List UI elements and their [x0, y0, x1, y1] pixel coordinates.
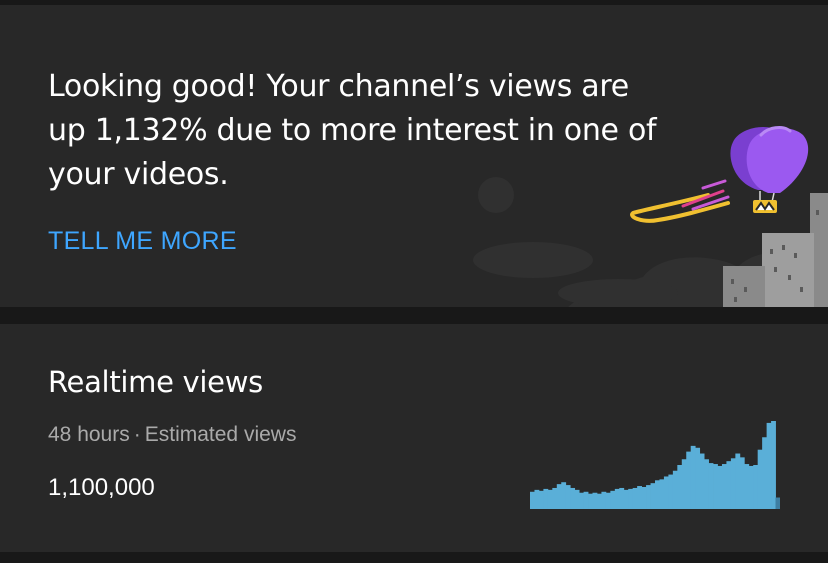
- chart-bar: [690, 445, 696, 509]
- chart-bar: [534, 489, 540, 509]
- period-label: 48 hours: [48, 423, 130, 446]
- chart-bar: [579, 492, 584, 509]
- metric-label: Estimated views: [144, 423, 297, 446]
- chart-bar: [623, 489, 629, 509]
- chart-bar: [744, 464, 750, 509]
- chart-bar: [628, 488, 634, 509]
- chart-bar: [735, 453, 741, 509]
- chart-bar: [641, 487, 647, 509]
- chart-bar: [583, 491, 589, 509]
- motion-streaks: [630, 179, 730, 223]
- chart-bar: [601, 491, 607, 509]
- chart-bar: [717, 465, 723, 509]
- chart-bar: [659, 479, 665, 509]
- chart-bar: [610, 490, 616, 509]
- chart-bar: [637, 486, 642, 509]
- chart-bar: [739, 457, 745, 509]
- chart-bar: [748, 465, 754, 509]
- chart-bar: [704, 459, 709, 509]
- chart-bar: [547, 489, 553, 509]
- chart-bar: [552, 487, 558, 509]
- realtime-subtitle: 48 hours · Estimated views: [48, 423, 296, 447]
- chart-bar: [588, 493, 593, 509]
- chart-bar: [695, 447, 701, 509]
- chart-bar: [596, 493, 602, 509]
- chart-bar: [646, 485, 651, 509]
- insight-card: Looking good! Your channel’s views are u…: [0, 5, 828, 307]
- chart-bar: [561, 482, 567, 509]
- chart-bar: [721, 464, 727, 509]
- chart-bar: [614, 488, 620, 509]
- chart-bar: [574, 489, 580, 509]
- chart-bar: [538, 490, 544, 509]
- balloon: [730, 126, 809, 213]
- chart-bar: [619, 487, 625, 509]
- chart-bar: [565, 485, 571, 509]
- chart-bar: [681, 459, 687, 509]
- chart-bar: [655, 480, 660, 509]
- chart-bar: [668, 474, 674, 509]
- chart-bar: [766, 422, 772, 509]
- chart-bar: [762, 437, 767, 509]
- realtime-views-chart: [530, 421, 780, 509]
- chart-bar: [775, 497, 780, 509]
- chart-bar: [570, 487, 576, 509]
- realtime-views-card[interactable]: Realtime views 48 hours · Estimated views …: [0, 324, 828, 552]
- chart-bar: [677, 465, 683, 509]
- chart-bar: [726, 461, 732, 509]
- chart-bar: [605, 492, 611, 509]
- chart-bar: [650, 483, 656, 509]
- chart-bar: [753, 465, 759, 509]
- chart-bar: [632, 487, 638, 509]
- separator-dot: ·: [133, 423, 141, 446]
- chart-bar: [592, 492, 598, 509]
- chart-bar: [708, 463, 714, 509]
- chart-bar: [530, 491, 535, 509]
- chart-bar: [543, 488, 549, 509]
- chart-bar: [713, 464, 718, 509]
- realtime-views-total: 1,100,000: [48, 474, 155, 501]
- chart-bar: [686, 451, 692, 509]
- chart-bar: [556, 484, 562, 509]
- chart-bar: [663, 476, 669, 509]
- chart-bar: [757, 449, 763, 509]
- chart-bar: [672, 470, 678, 509]
- hot-air-balloon-illustration: [473, 126, 828, 307]
- tell-me-more-button[interactable]: TELL ME MORE: [48, 227, 237, 256]
- chart-bar: [699, 453, 705, 509]
- chart-bar: [771, 421, 776, 509]
- realtime-views-title: Realtime views: [48, 365, 263, 399]
- chart-bar: [730, 458, 736, 509]
